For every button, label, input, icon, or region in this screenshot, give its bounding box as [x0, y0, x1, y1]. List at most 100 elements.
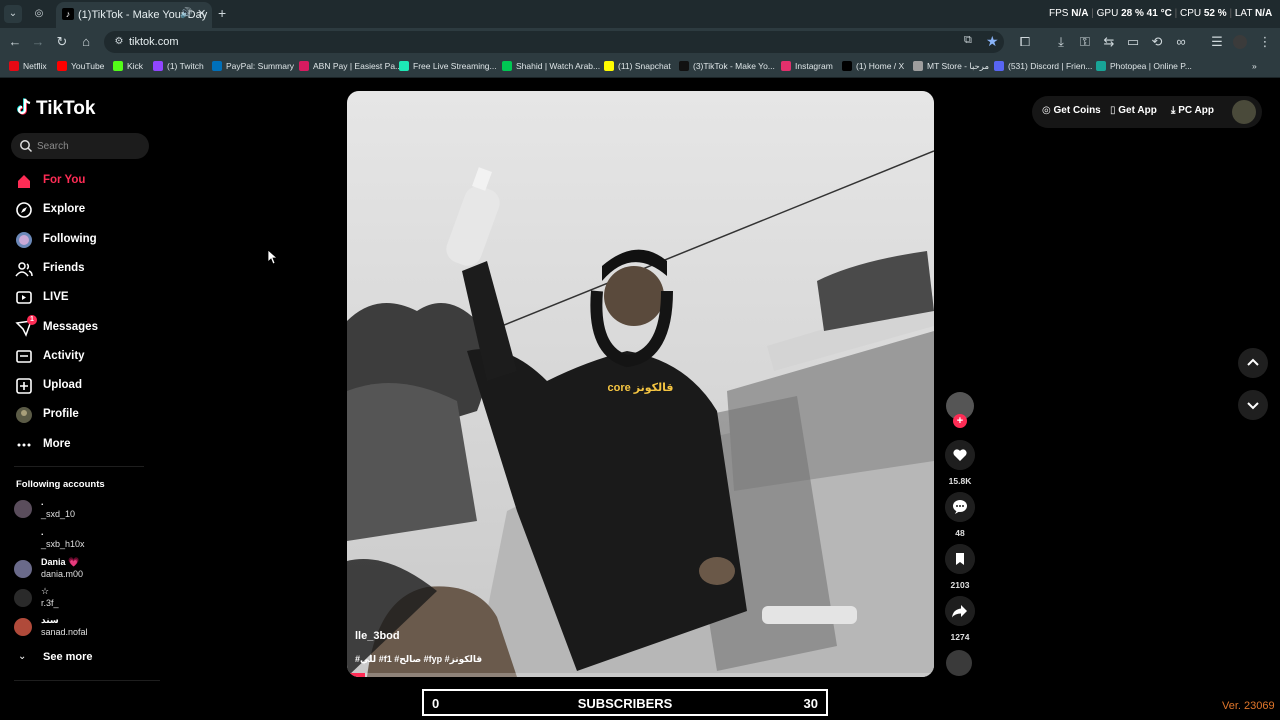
- save-count: 2103: [950, 580, 970, 590]
- get-coins-button[interactable]: ◎ Get Coins: [1042, 105, 1101, 116]
- subscriber-goal: 30: [803, 696, 818, 711]
- extensions-icon[interactable]: ⧠: [1017, 34, 1033, 50]
- subscriber-current: 0: [432, 696, 440, 711]
- next-video-avatar[interactable]: [946, 650, 972, 676]
- browser-menu-icon[interactable]: ⋮: [1257, 34, 1273, 50]
- share-count: 1274: [950, 632, 970, 642]
- nav-item-upload[interactable]: Upload: [15, 375, 155, 397]
- nav-item-friends[interactable]: Friends: [15, 258, 155, 280]
- reload-icon[interactable]: ↻: [54, 34, 70, 50]
- bookmark-item[interactable]: Free Live Streaming...: [399, 61, 497, 71]
- comment-count: 48: [955, 528, 965, 538]
- following-accounts-title: Following accounts: [16, 479, 105, 490]
- bookmark-label: Kick: [127, 61, 144, 71]
- nav-item-more[interactable]: More: [15, 434, 155, 456]
- bookmark-item[interactable]: PayPal: Summary: [212, 61, 294, 71]
- account-display-name: ☆: [41, 586, 50, 596]
- bookmark-label: (11) Snapchat: [618, 61, 671, 71]
- follow-plus-icon[interactable]: +: [953, 414, 967, 428]
- translate-icon[interactable]: ⇆: [1101, 34, 1117, 50]
- video-author[interactable]: lle_3bod: [355, 630, 400, 642]
- bookmark-item[interactable]: Kick: [113, 61, 143, 71]
- video-player[interactable]: core قالكونز lle_3bod #للي #f1 #صالح #fy…: [347, 91, 934, 677]
- bookmark-item[interactable]: (3)TikTok - Make Yo...: [679, 61, 775, 71]
- audio-icon[interactable]: 🔊: [180, 8, 192, 19]
- forward-icon[interactable]: →: [30, 34, 46, 50]
- following-account[interactable]: . _sxd_10: [14, 496, 154, 522]
- nav-item-following[interactable]: Following: [15, 229, 155, 251]
- active-tab[interactable]: ♪ (1)TikTok - Make Your Day 🔊 ✕: [56, 2, 212, 28]
- bookmark-item[interactable]: (11) Snapchat: [604, 61, 671, 71]
- comment-action[interactable]: 48: [944, 492, 976, 538]
- like-action[interactable]: 15.8K: [944, 440, 976, 486]
- tiktok-favicon-icon: ♪: [62, 8, 74, 20]
- following-account[interactable]: Dania 💗 dania.m00: [14, 556, 154, 582]
- next-video-button[interactable]: [1238, 390, 1268, 420]
- install-app-icon[interactable]: ⧉: [964, 34, 972, 47]
- nav-item-live[interactable]: LIVE: [15, 287, 155, 309]
- search-box[interactable]: [11, 133, 149, 159]
- history-icon[interactable]: ⟲: [1149, 34, 1165, 50]
- tab-search-button[interactable]: ⌄: [4, 5, 22, 23]
- heart-icon[interactable]: [945, 440, 975, 470]
- previous-video-button[interactable]: [1238, 348, 1268, 378]
- bookmark-item[interactable]: (531) Discord | Frien...: [994, 61, 1092, 71]
- divider: [14, 680, 160, 681]
- share-icon[interactable]: [945, 596, 975, 626]
- new-tab-button[interactable]: +: [218, 5, 226, 21]
- following-account[interactable]: سند sanad.nofal: [14, 614, 154, 640]
- more-icon: [17, 443, 31, 447]
- user-avatar[interactable]: [1232, 100, 1256, 124]
- download-icon[interactable]: ⤓: [1053, 34, 1069, 50]
- get-app-button[interactable]: ▯ Get App: [1110, 105, 1157, 116]
- bookmark-star-icon[interactable]: ★: [986, 33, 999, 50]
- nav-item-for-you[interactable]: For You: [15, 170, 155, 192]
- following-account[interactable]: ☆ r.3f_: [14, 585, 154, 611]
- bookmark-item[interactable]: (1) Twitch: [153, 61, 204, 71]
- link-icon[interactable]: ∞: [1173, 34, 1189, 50]
- bookmarks-overflow-icon[interactable]: »: [1252, 61, 1257, 71]
- bookmark-item[interactable]: Netflix: [9, 61, 47, 71]
- pinned-tab[interactable]: ◎: [30, 5, 48, 23]
- comment-icon[interactable]: [945, 492, 975, 522]
- live-icon: [16, 291, 32, 304]
- browser-profile-avatar[interactable]: [1233, 35, 1247, 49]
- nav-item-profile[interactable]: Profile: [15, 404, 155, 426]
- bookmark-item[interactable]: Photopea | Online P...: [1096, 61, 1192, 71]
- bookmark-item[interactable]: (1) Home / X: [842, 61, 904, 71]
- search-input[interactable]: [37, 137, 141, 155]
- following-account[interactable]: . _sxb_h10x: [14, 526, 154, 552]
- bookmark-item[interactable]: Instagram: [781, 61, 833, 71]
- pc-app-button[interactable]: ⤓ PC App: [1171, 105, 1214, 116]
- see-more-button[interactable]: ⌄ See more: [16, 650, 136, 666]
- browser-toolbar: ← → ↻ ⌂ ⚙ tiktok.com ⧉ ★ ⧠ ⤓ ⚿ ⇆ ▭ ⟲ ∞ ☰…: [0, 28, 1280, 56]
- bookmark-item[interactable]: Shahid | Watch Arab...: [502, 61, 600, 71]
- bookmark-item[interactable]: MT Store - مرحبا: [913, 61, 989, 72]
- tiktok-logo[interactable]: TikTok: [16, 98, 95, 120]
- gpu-value: 28 %: [1121, 8, 1144, 19]
- reading-list-icon[interactable]: ☰: [1209, 34, 1225, 50]
- nav-label: More: [43, 437, 71, 450]
- video-progress-bar[interactable]: [347, 673, 934, 677]
- nav-item-activity[interactable]: Activity: [15, 346, 155, 368]
- nav-item-explore[interactable]: Explore: [15, 199, 155, 221]
- password-icon[interactable]: ⚿: [1077, 34, 1093, 50]
- perf-overlay: FPS N/A | GPU 28 % 41 °C | CPU 52 % | LA…: [1049, 8, 1273, 19]
- video-progress-fill: [347, 673, 365, 677]
- tab-close-icon[interactable]: ✕: [197, 7, 206, 20]
- payment-icon[interactable]: ▭: [1125, 34, 1141, 50]
- site-info-icon[interactable]: ⚙: [112, 35, 126, 49]
- cpu-label: CPU: [1179, 8, 1202, 19]
- save-action[interactable]: 2103: [944, 544, 976, 590]
- back-icon[interactable]: ←: [7, 34, 23, 50]
- nav-item-messages[interactable]: 1 Messages: [15, 314, 155, 339]
- bookmark-item[interactable]: YouTube: [57, 61, 104, 71]
- video-hashtags[interactable]: #للي #f1 #صالح #fyp #قالكونز: [355, 654, 482, 665]
- home-browser-icon[interactable]: ⌂: [78, 34, 94, 50]
- nav-label: Following: [43, 232, 97, 245]
- address-bar[interactable]: ⚙ tiktok.com ⧉ ★: [104, 31, 1004, 53]
- bookmark-icon[interactable]: [945, 544, 975, 574]
- share-action[interactable]: 1274: [944, 596, 976, 642]
- bookmark-item[interactable]: ABN Pay | Easiest Pa...: [299, 61, 402, 71]
- bookmark-label: (531) Discord | Frien...: [1008, 61, 1093, 71]
